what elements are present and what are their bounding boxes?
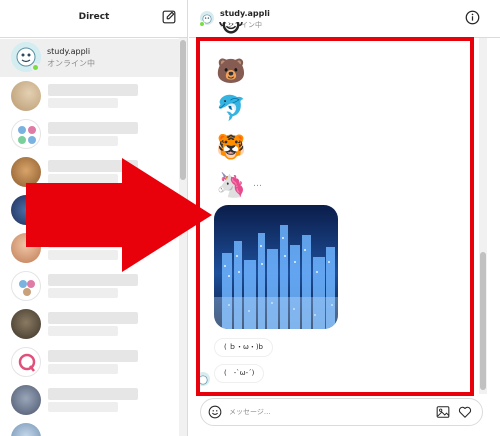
blurred-preview — [48, 250, 118, 260]
chat-partner-name[interactable]: study.appli — [220, 9, 270, 18]
message-input[interactable] — [229, 404, 429, 420]
blurred-preview — [48, 98, 118, 108]
avatar — [11, 81, 41, 111]
moji-avatar-icon — [18, 126, 36, 144]
compose-icon[interactable] — [162, 10, 176, 24]
blurred-name — [48, 274, 138, 286]
contact-status: オンライン中 — [47, 59, 95, 68]
image-icon[interactable] — [436, 405, 450, 419]
smile-icon[interactable] — [208, 405, 222, 419]
blurred-name — [48, 198, 138, 210]
sidebar-header: Direct — [0, 0, 188, 38]
avatar — [11, 271, 41, 301]
emoji-message-partial: 🐵 — [217, 22, 245, 38]
info-icon[interactable] — [465, 10, 480, 25]
avatar — [11, 119, 41, 149]
sidebar-scrollbar[interactable] — [179, 38, 187, 436]
blurred-preview — [48, 136, 118, 146]
blurred-preview — [48, 212, 118, 222]
photo-message[interactable] — [214, 205, 338, 329]
blurred-name — [48, 388, 138, 400]
text-message: ( ｂ・ω・)b — [214, 338, 273, 357]
conversation-item[interactable] — [0, 382, 179, 420]
emoji-message: 🦄 — [216, 171, 246, 199]
blurred-preview — [48, 402, 118, 412]
scrollbar-thumb[interactable] — [180, 40, 186, 180]
text-message: ( -`ω-´) — [214, 364, 265, 383]
conversation-item[interactable] — [0, 230, 179, 268]
sender-avatar — [196, 372, 210, 386]
conversation-item[interactable] — [0, 116, 179, 154]
moji-avatar-icon — [19, 280, 35, 296]
emoji-message: 🐻 — [216, 57, 246, 85]
blurred-name — [48, 160, 138, 172]
blurred-name — [48, 236, 138, 248]
scrollbar-thumb[interactable] — [480, 252, 486, 390]
avatar — [11, 309, 41, 339]
conversation-item[interactable] — [0, 78, 179, 116]
avatar — [11, 195, 41, 225]
blurred-preview — [48, 174, 118, 184]
blurred-preview — [48, 326, 118, 336]
conversation-item[interactable] — [0, 420, 179, 436]
contact-name: study.appli — [47, 47, 91, 56]
study-appli-avatar-icon — [198, 375, 208, 385]
online-indicator — [199, 21, 205, 27]
emoji-message: 🐯 — [216, 133, 246, 161]
blurred-preview — [48, 288, 118, 298]
blurred-name — [48, 350, 138, 362]
q-logo-avatar-icon — [18, 353, 36, 372]
conversation-item[interactable] — [0, 192, 179, 230]
emoji-message: 🐬 — [216, 94, 246, 122]
avatar — [11, 157, 41, 187]
city-night-photo — [214, 205, 338, 329]
blurred-name — [48, 122, 138, 134]
blurred-name — [48, 312, 138, 324]
avatar — [11, 233, 41, 263]
conversation-item[interactable] — [0, 344, 179, 382]
conversation-item[interactable] — [0, 306, 179, 344]
blurred-preview — [48, 364, 118, 374]
message-options-button[interactable]: … — [253, 179, 262, 189]
conversation-item[interactable] — [0, 154, 179, 192]
message-thread: 🐵 🐻 🐬 🐯 🦄 … (ｂ・ω・)b (-`ω-´) — [189, 22, 500, 394]
conversation-item[interactable] — [0, 268, 179, 306]
avatar — [11, 347, 41, 377]
chat-scrollbar[interactable] — [479, 38, 487, 394]
blurred-name — [48, 84, 138, 96]
avatar — [11, 385, 41, 415]
heart-icon[interactable] — [458, 405, 472, 419]
avatar — [11, 423, 41, 436]
message-composer — [200, 398, 483, 426]
conversation-item-active[interactable]: study.appli オンライン中 — [0, 39, 179, 77]
online-indicator — [31, 63, 40, 72]
conversation-sidebar: Direct study.appli オンライン中 — [0, 0, 188, 436]
sidebar-title: Direct — [78, 12, 110, 22]
